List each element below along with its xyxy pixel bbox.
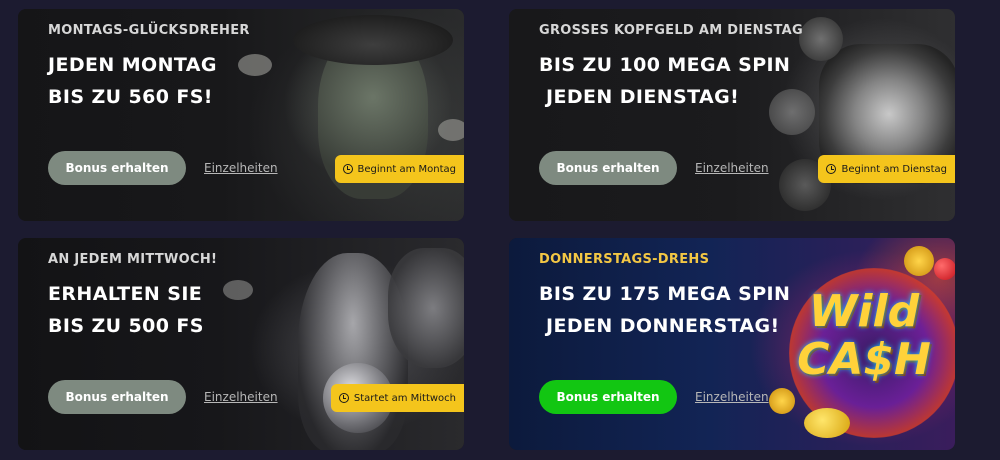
promo-headline: JEDEN MONTAG BIS ZU 560 FS! — [48, 54, 217, 108]
promo-card-wednesday[interactable]: AN JEDEM MITTWOCH! ERHALTEN SIE BIS ZU 5… — [18, 238, 464, 450]
badge-label: Startet am Mittwoch — [353, 392, 456, 404]
details-link[interactable]: Einzelheiten — [204, 161, 278, 175]
cowboy-hat-shape — [293, 15, 453, 65]
lemon-icon — [804, 408, 850, 438]
details-link[interactable]: Einzelheiten — [695, 390, 769, 404]
coin-decoration — [238, 54, 272, 76]
promo-kicker: GROSSES KOPFGELD AM DIENSTAG — [539, 23, 804, 38]
get-bonus-button[interactable]: Bonus erhalten — [539, 380, 677, 414]
start-day-badge: Beginnt am Montag — [334, 155, 464, 183]
cherry-icon — [934, 258, 955, 280]
clock-icon — [338, 393, 349, 403]
gem-decoration — [799, 17, 843, 61]
details-link[interactable]: Einzelheiten — [695, 161, 769, 175]
badge-label: Beginnt am Montag — [357, 163, 456, 175]
get-bonus-button[interactable]: Bonus erhalten — [539, 151, 677, 185]
promo-headline: BIS ZU 100 MEGA SPIN JEDEN DIENSTAG! — [539, 54, 791, 108]
promo-card-thursday[interactable]: Wild CA$H DONNERSTAGS-DREHS BIS ZU 175 M… — [509, 238, 955, 450]
badge-label: Beginnt am Dienstag — [841, 163, 947, 175]
gold-coin-decoration — [904, 246, 934, 276]
promo-kicker: DONNERSTAGS-DREHS — [539, 252, 710, 267]
clock-icon — [826, 164, 837, 174]
promo-kicker: MONTAGS-GLÜCKSDREHER — [48, 23, 250, 38]
promo-kicker: AN JEDEM MITTWOCH! — [48, 252, 218, 267]
clock-icon — [342, 164, 353, 174]
coin-decoration — [223, 280, 253, 300]
promo-card-tuesday[interactable]: GROSSES KOPFGELD AM DIENSTAG BIS ZU 100 … — [509, 9, 955, 221]
wild-cash-logo: Wild CA$H — [797, 286, 931, 385]
coin-decoration — [438, 119, 464, 141]
promo-headline: ERHALTEN SIE BIS ZU 500 FS — [48, 283, 204, 337]
get-bonus-button[interactable]: Bonus erhalten — [48, 151, 186, 185]
start-day-badge: Beginnt am Dienstag — [818, 155, 955, 183]
details-link[interactable]: Einzelheiten — [204, 390, 278, 404]
get-bonus-button[interactable]: Bonus erhalten — [48, 380, 186, 414]
promo-card-monday[interactable]: MONTAGS-GLÜCKSDREHER JEDEN MONTAG BIS ZU… — [18, 9, 464, 221]
promo-headline: BIS ZU 175 MEGA SPIN JEDEN DONNERSTAG! — [539, 283, 791, 337]
wolf-illustration — [388, 248, 464, 368]
gold-coin-decoration — [769, 388, 795, 414]
start-day-badge: Startet am Mittwoch — [330, 384, 464, 412]
